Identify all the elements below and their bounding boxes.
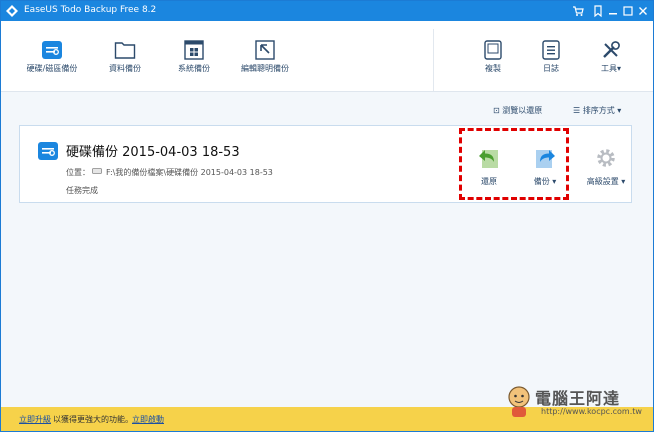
main-toolbar: 硬碟/磁區備份 資料備份 系統備份 編輯聰明備份 複製 日誌 工具▾	[1, 21, 653, 92]
backup-name: 硬碟備份 2015-04-03 18-53	[66, 145, 240, 160]
upgrade-text: 以獲得更強大的功能。	[53, 415, 133, 424]
windows-icon	[184, 40, 204, 60]
browse-to-restore-link[interactable]: ⊡ 瀏覽以還原	[493, 105, 542, 116]
chevron-down-icon: ▾	[616, 64, 621, 73]
tool-label: 系統備份	[178, 64, 210, 73]
activate-now-link[interactable]: 立即啟動	[132, 414, 164, 425]
file-backup-button[interactable]: 資料備份	[97, 21, 153, 91]
backup-path[interactable]: F:\我的備份檔案\硬碟備份 2015-04-03 18-53	[106, 167, 273, 178]
sort-label: 排序方式	[582, 106, 615, 115]
tool-label: 資料備份	[109, 64, 141, 73]
upgrade-now-link[interactable]: 立即升級	[19, 414, 51, 425]
location-label: 位置：	[66, 168, 90, 177]
system-backup-button[interactable]: 系統備份	[165, 21, 223, 91]
advanced-label: 高級設置 ▾	[580, 176, 632, 187]
mascot-logo-icon	[508, 386, 530, 417]
watermark: 電腦王阿達 http://www.kocpc.com.tw	[501, 383, 651, 423]
restore-icon[interactable]	[621, 4, 635, 18]
advanced-settings-button[interactable]: 高級設置 ▾	[580, 146, 632, 196]
sort-list-icon: ☰	[573, 106, 581, 115]
chevron-down-icon: ▾	[617, 106, 622, 115]
app-logo-icon	[6, 5, 18, 17]
title-bar: EaseUS Todo Backup Free 8.2	[1, 1, 653, 21]
tool-label: 日誌	[543, 64, 559, 73]
folder-icon	[114, 42, 136, 59]
browse-label: 瀏覽以還原	[502, 106, 543, 115]
watermark-url: http://www.kocpc.com.tw	[541, 407, 642, 416]
disk-backup-icon	[42, 41, 62, 59]
log-button[interactable]: 日誌	[533, 21, 569, 91]
app-window: EaseUS Todo Backup Free 8.2 硬碟/磁區備份 資料備份…	[0, 0, 654, 432]
annotation-highlight-box	[459, 128, 569, 200]
drive-icon	[92, 168, 102, 174]
disk-backup-icon	[38, 142, 58, 160]
clone-icon	[484, 40, 502, 60]
watermark-title: 電腦王阿達	[535, 389, 621, 408]
tools-icon	[603, 41, 620, 58]
minimize-icon[interactable]	[606, 4, 620, 18]
smart-backup-icon	[255, 40, 275, 60]
task-status: 任務完成	[66, 186, 98, 195]
bookmark-icon[interactable]	[591, 4, 605, 18]
close-icon[interactable]	[636, 4, 650, 18]
advanced-label-text: 高級設置	[586, 177, 619, 186]
tools-label: 工具	[600, 64, 617, 73]
window-title: EaseUS Todo Backup Free 8.2	[24, 5, 157, 15]
smart-backup-button[interactable]: 編輯聰明備份	[233, 21, 297, 91]
clone-button[interactable]: 複製	[475, 21, 511, 91]
cart-icon[interactable]	[571, 4, 585, 18]
log-icon	[542, 40, 560, 60]
browse-icon: ⊡	[493, 106, 500, 115]
tool-label: 硬碟/磁區備份	[26, 64, 78, 73]
sort-by-dropdown[interactable]: ☰ 排序方式 ▾	[573, 105, 621, 116]
toolbar-divider	[433, 29, 434, 91]
tool-label: 複製	[485, 64, 501, 73]
tools-button[interactable]: 工具▾	[591, 21, 631, 91]
tool-label: 編輯聰明備份	[241, 64, 289, 73]
gear-icon	[597, 149, 615, 167]
chevron-down-icon: ▾	[621, 177, 626, 186]
disk-partition-backup-button[interactable]: 硬碟/磁區備份	[15, 21, 89, 91]
tool-label: 工具▾	[591, 63, 631, 74]
